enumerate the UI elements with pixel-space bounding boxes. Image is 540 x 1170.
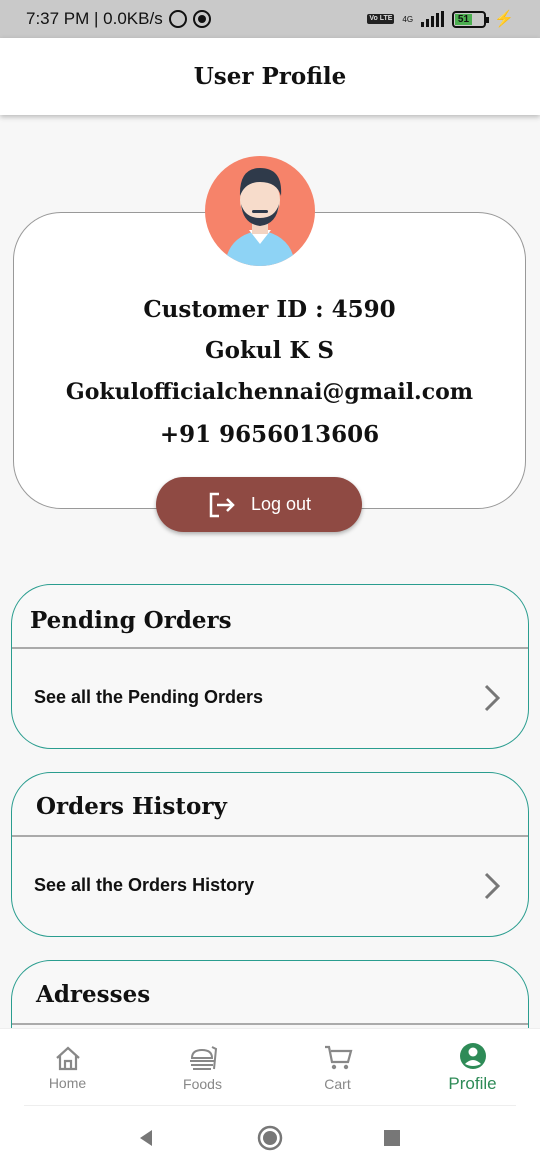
cart-icon bbox=[324, 1045, 352, 1069]
orders-history-card: Orders History See all the Orders Histor… bbox=[11, 772, 529, 937]
charging-icon: ⚡ bbox=[494, 11, 514, 28]
chevron-right-icon bbox=[484, 872, 501, 900]
status-time: 7:37 PM | 0.0KB/s bbox=[26, 9, 163, 28]
customer-phone: +91 9656013606 bbox=[159, 421, 380, 448]
user-avatar-icon bbox=[225, 168, 295, 266]
nav-foods-label: Foods bbox=[183, 1075, 222, 1092]
logout-button[interactable]: Log out bbox=[156, 477, 362, 532]
pending-orders-card: Pending Orders See all the Pending Order… bbox=[11, 584, 529, 749]
back-icon[interactable] bbox=[136, 1128, 156, 1148]
customer-email: Gokulofficialchennai@gmail.com bbox=[65, 379, 474, 405]
pending-orders-link[interactable]: See all the Pending Orders bbox=[12, 649, 528, 748]
page-title: User Profile bbox=[193, 63, 347, 90]
foods-icon bbox=[189, 1045, 217, 1070]
nav-profile[interactable]: Profile bbox=[405, 1029, 540, 1106]
nav-cart-label: Cart bbox=[324, 1075, 351, 1092]
orders-history-link-label: See all the Orders History bbox=[34, 875, 255, 895]
addresses-title: Adresses bbox=[36, 981, 151, 1008]
nav-home[interactable]: Home bbox=[0, 1029, 135, 1106]
customer-name: Gokul K S bbox=[205, 337, 334, 364]
customer-id: Customer ID : 4590 bbox=[143, 296, 396, 323]
battery-icon: 51 bbox=[452, 10, 490, 28]
home-icon bbox=[55, 1046, 80, 1070]
status-bar: 7:37 PM | 0.0KB/s Vo LTE 4G 51 ⚡ bbox=[0, 0, 540, 38]
pending-orders-title: Pending Orders bbox=[30, 607, 232, 634]
alarm-icon bbox=[168, 10, 187, 28]
signal-icon bbox=[421, 11, 445, 27]
system-nav-bar bbox=[0, 1106, 540, 1170]
home-button-icon[interactable] bbox=[257, 1125, 283, 1151]
volte-icon: Vo LTE bbox=[367, 14, 395, 24]
network-type: 4G bbox=[402, 14, 414, 24]
nav-cart[interactable]: Cart bbox=[270, 1029, 405, 1106]
divider bbox=[12, 1023, 528, 1025]
nav-foods[interactable]: Foods bbox=[135, 1029, 270, 1106]
pending-orders-link-label: See all the Pending Orders bbox=[34, 687, 264, 707]
data-saver-icon bbox=[192, 10, 211, 28]
app-bar: User Profile bbox=[0, 38, 540, 115]
recents-icon[interactable] bbox=[383, 1129, 401, 1147]
orders-history-title: Orders History bbox=[36, 793, 227, 820]
logout-icon bbox=[209, 492, 235, 517]
nav-profile-label: Profile bbox=[448, 1073, 497, 1093]
nav-home-label: Home bbox=[48, 1074, 87, 1091]
avatar bbox=[205, 156, 315, 266]
profile-icon bbox=[459, 1042, 486, 1069]
battery-level: 51 bbox=[455, 13, 472, 25]
bottom-nav: Home Foods Cart Profile bbox=[0, 1028, 540, 1106]
orders-history-link[interactable]: See all the Orders History bbox=[12, 837, 528, 936]
chevron-right-icon bbox=[484, 684, 501, 712]
logout-label: Log out bbox=[250, 494, 312, 514]
